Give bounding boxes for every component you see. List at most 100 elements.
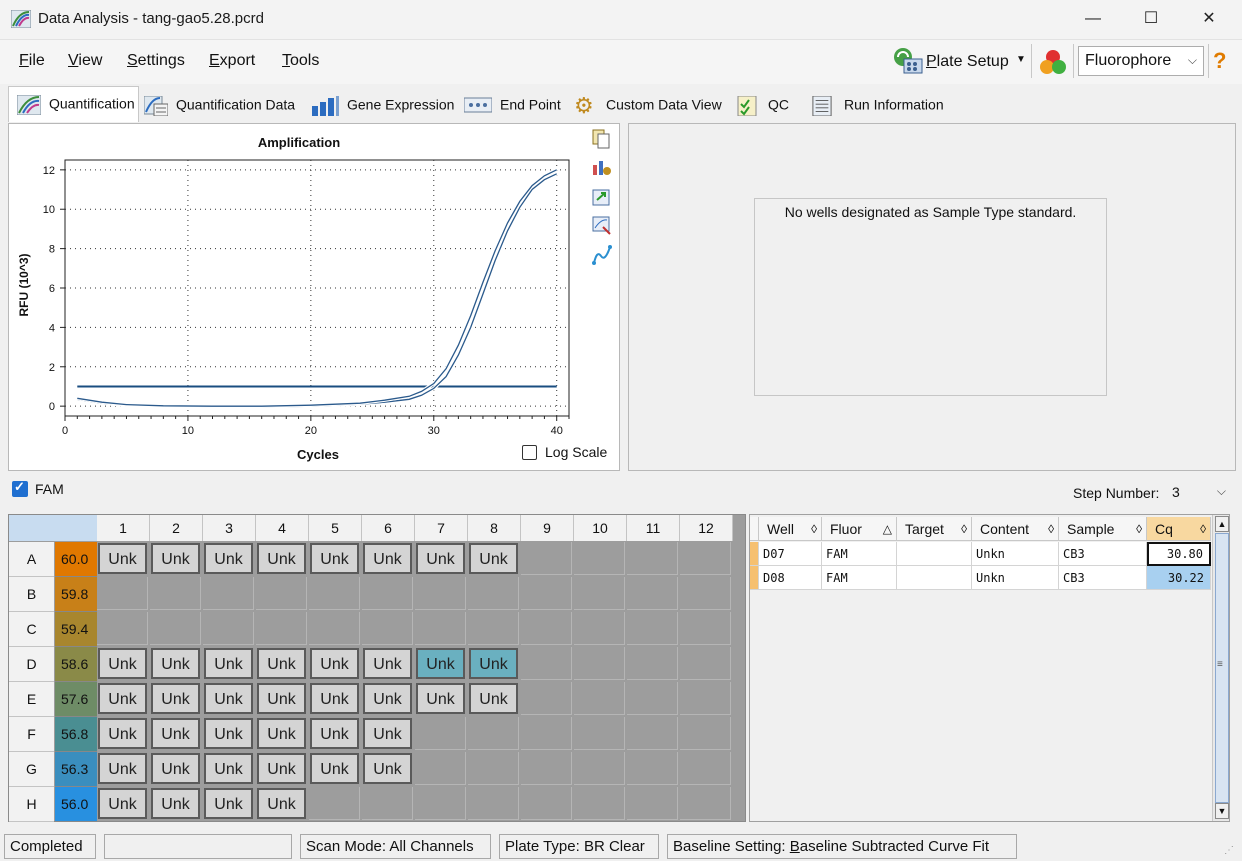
plate-row-header[interactable]: B	[9, 577, 54, 612]
plate-well[interactable]	[415, 787, 466, 820]
plate-well[interactable]: Unk	[98, 683, 147, 714]
menu-file[interactable]: File	[19, 52, 45, 70]
plate-well[interactable]	[627, 542, 678, 575]
menu-view[interactable]: View	[68, 52, 102, 70]
cell-fluor[interactable]: FAM	[822, 542, 897, 566]
plate-well[interactable]	[521, 647, 572, 680]
plate-well[interactable]: Unk	[469, 543, 518, 574]
plate-well[interactable]: Unk	[416, 648, 465, 679]
step-number-select[interactable]: 3 ⌵	[1164, 480, 1230, 506]
plate-well[interactable]	[574, 647, 625, 680]
plate-well[interactable]	[468, 787, 519, 820]
plate-row-header[interactable]: F	[9, 717, 54, 752]
plate-well[interactable]	[521, 577, 572, 610]
plate-well[interactable]: Unk	[310, 648, 359, 679]
plate-well[interactable]	[574, 542, 625, 575]
plate-well[interactable]	[627, 717, 678, 750]
plate-well[interactable]	[309, 577, 360, 610]
plate-well[interactable]	[680, 542, 731, 575]
results-scrollbar[interactable]: ▲ ≡ ▼	[1212, 515, 1229, 821]
plate-well[interactable]: Unk	[310, 683, 359, 714]
menu-settings[interactable]: Settings	[127, 52, 185, 70]
cell-target[interactable]	[897, 566, 972, 590]
plate-well[interactable]: Unk	[416, 543, 465, 574]
plate-well[interactable]	[627, 577, 678, 610]
plate-well[interactable]	[574, 717, 625, 750]
plate-column-header[interactable]: 1	[97, 515, 150, 541]
plate-row-header[interactable]: A	[9, 542, 54, 577]
plate-well[interactable]: Unk	[204, 788, 253, 819]
scroll-up-icon[interactable]: ▲	[1215, 516, 1229, 532]
plate-well[interactable]: Unk	[151, 648, 200, 679]
plate-well[interactable]: Unk	[257, 788, 306, 819]
row-selector[interactable]	[750, 566, 759, 590]
plate-well[interactable]: Unk	[257, 543, 306, 574]
chart-settings-icon[interactable]	[591, 157, 613, 177]
tab-gene-expression[interactable]: Gene Expression	[311, 88, 454, 120]
plate-well[interactable]	[680, 612, 731, 645]
plate-well[interactable]: Unk	[98, 718, 147, 749]
plate-well[interactable]: Unk	[363, 683, 412, 714]
tab-custom-data-view[interactable]: ⚙ Custom Data View	[574, 88, 722, 120]
tab-run-information[interactable]: Run Information	[808, 88, 944, 120]
plate-well[interactable]	[680, 647, 731, 680]
plate-well[interactable]: Unk	[363, 753, 412, 784]
plate-well[interactable]: Unk	[151, 788, 200, 819]
tab-qc[interactable]: QC	[736, 88, 789, 120]
column-header-content[interactable]: Content ◊	[972, 517, 1059, 541]
plate-well[interactable]	[521, 787, 572, 820]
close-button[interactable]: ✕	[1186, 4, 1232, 34]
fluorophore-select[interactable]: Fluorophore ⌵	[1078, 46, 1204, 76]
plate-column-header[interactable]: 6	[362, 515, 415, 541]
cell-well[interactable]: D07	[759, 542, 822, 566]
plate-well[interactable]: Unk	[204, 648, 253, 679]
cell-content[interactable]: Unkn	[972, 566, 1059, 590]
plate-well[interactable]: Unk	[257, 683, 306, 714]
plate-row-header[interactable]: G	[9, 752, 54, 787]
maximize-button[interactable]: ☐	[1128, 4, 1174, 34]
plate-well[interactable]	[574, 787, 625, 820]
plate-row-header[interactable]: H	[9, 787, 54, 822]
plate-well[interactable]: Unk	[257, 753, 306, 784]
plate-well[interactable]: Unk	[310, 543, 359, 574]
plate-well[interactable]: Unk	[310, 753, 359, 784]
plate-well[interactable]	[468, 612, 519, 645]
cell-target[interactable]	[897, 542, 972, 566]
plate-well[interactable]: Unk	[363, 543, 412, 574]
plate-well[interactable]	[415, 612, 466, 645]
plate-well[interactable]	[362, 787, 413, 820]
plate-well[interactable]	[468, 717, 519, 750]
menu-export[interactable]: Export	[209, 52, 255, 70]
plate-well[interactable]: Unk	[204, 683, 253, 714]
color-balls-icon[interactable]	[1037, 47, 1069, 77]
cell-fluor[interactable]: FAM	[822, 566, 897, 590]
plate-well[interactable]	[415, 752, 466, 785]
plate-well[interactable]: Unk	[416, 683, 465, 714]
plate-well[interactable]: Unk	[151, 683, 200, 714]
column-header-well[interactable]: Well ◊	[759, 517, 822, 541]
plate-well[interactable]	[574, 752, 625, 785]
plate-well[interactable]: Unk	[469, 648, 518, 679]
plate-well[interactable]: Unk	[151, 543, 200, 574]
plate-well[interactable]: Unk	[204, 718, 253, 749]
plate-well[interactable]	[680, 787, 731, 820]
plate-column-header[interactable]: 8	[468, 515, 521, 541]
plate-corner[interactable]	[9, 515, 97, 541]
plate-well[interactable]	[521, 717, 572, 750]
resize-grip-icon[interactable]: ⋰	[1224, 845, 1234, 856]
help-icon[interactable]: ?	[1213, 48, 1226, 74]
plate-well[interactable]	[680, 717, 731, 750]
plate-well[interactable]	[309, 612, 360, 645]
column-header-sample[interactable]: Sample ◊	[1059, 517, 1147, 541]
fam-checkbox[interactable]: ✓	[12, 479, 28, 497]
plate-well[interactable]: Unk	[98, 788, 147, 819]
plate-well[interactable]: Unk	[310, 718, 359, 749]
plate-well[interactable]	[521, 682, 572, 715]
plate-well[interactable]: Unk	[151, 753, 200, 784]
plate-column-header[interactable]: 12	[680, 515, 733, 541]
cell-well[interactable]: D08	[759, 566, 822, 590]
tab-quantification[interactable]: Quantification	[8, 86, 139, 122]
curve-icon[interactable]	[591, 244, 613, 266]
plate-well[interactable]	[97, 577, 148, 610]
plate-well[interactable]	[627, 787, 678, 820]
